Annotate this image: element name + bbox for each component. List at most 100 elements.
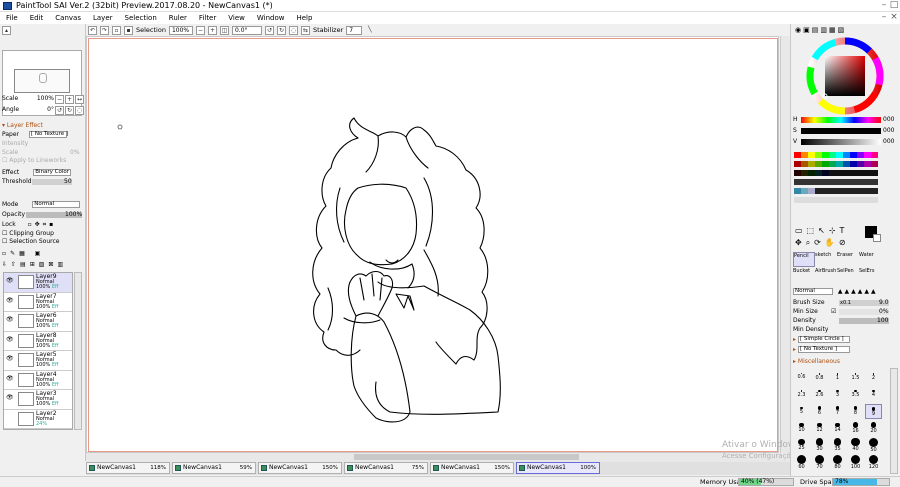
swatch[interactable] (836, 161, 843, 167)
swatch[interactable] (850, 170, 857, 176)
brush-size-cell[interactable]: 9 (865, 404, 882, 419)
h-slider[interactable] (801, 117, 881, 123)
swatch[interactable] (850, 161, 857, 167)
brush-size-cell[interactable]: 0.6 (793, 370, 810, 385)
swatch[interactable] (829, 188, 836, 194)
doc-tab[interactable]: NewCanvas1 75% (344, 462, 428, 474)
brush-size-cell[interactable]: 0.8 (811, 370, 828, 385)
tool-selpen[interactable]: SelPen (837, 268, 859, 283)
swatch[interactable] (822, 170, 829, 176)
swatch[interactable] (794, 161, 801, 167)
min-size-checkbox[interactable]: ☑ (831, 308, 836, 316)
eye-icon[interactable]: 👁 (6, 297, 14, 305)
lock-icons[interactable]: ▫✥⌗▪ (28, 221, 57, 228)
menu-layer[interactable]: Layer (87, 12, 119, 24)
undo-button[interactable]: ↶ (88, 25, 97, 35)
swatch[interactable] (815, 179, 822, 185)
brush-shape-select[interactable]: [ Simple Circle ] (797, 336, 850, 343)
swatch[interactable] (836, 170, 843, 176)
swatch[interactable] (829, 152, 836, 158)
layer-row[interactable]: 👁 Layer5 Normal 100% Eff (4, 351, 72, 371)
swatch[interactable] (815, 170, 822, 176)
eye-icon[interactable]: 👁 (6, 316, 14, 324)
brush-size-cell[interactable]: 20 (865, 421, 882, 436)
scale-increase-button[interactable]: + (65, 95, 74, 104)
swatch[interactable] (808, 179, 815, 185)
layer-buttons-row1[interactable]: ▫✎▦ ▣ (2, 250, 44, 258)
doc-tab-active[interactable]: NewCanvas1 100% (516, 462, 600, 474)
swatch[interactable] (843, 179, 850, 185)
layer-row[interactable]: 👁 Layer9 Normal 100% Eff (4, 273, 72, 293)
canvas-vertical-scrollbar[interactable] (780, 36, 790, 453)
swatch[interactable] (850, 152, 857, 158)
brush-size-cell[interactable]: 16 (847, 421, 864, 436)
swatch[interactable] (794, 197, 801, 203)
brush-size-cell[interactable]: 120 (865, 455, 882, 470)
apply-lineworks-row[interactable]: ☐ Apply to Lineworks (2, 157, 66, 165)
canvas-horizontal-scrollbar[interactable] (86, 453, 792, 462)
tool-sketch[interactable]: sketch (815, 252, 837, 267)
layer-list-scrollbar[interactable] (74, 272, 82, 430)
swatch[interactable] (857, 152, 864, 158)
brush-mode-select[interactable]: Normal (793, 288, 833, 295)
tool-airbrush[interactable]: AirBrush (815, 268, 837, 283)
brush-size-cell[interactable]: 80 (829, 455, 846, 470)
swatch[interactable] (857, 179, 864, 185)
tool-bucket[interactable]: Bucket (793, 268, 815, 283)
swatch[interactable] (864, 188, 871, 194)
swatch-grid[interactable] (794, 152, 882, 214)
layer-row[interactable]: Layer2 Normal 24% (4, 409, 72, 429)
swatch[interactable] (864, 161, 871, 167)
swatch[interactable] (815, 197, 822, 203)
doc-close-button[interactable]: × (888, 12, 900, 23)
swatch[interactable] (836, 152, 843, 158)
brush-size-cell[interactable]: 2.6 (811, 387, 828, 402)
menu-edit[interactable]: Edit (24, 12, 50, 24)
redo-button[interactable]: ↷ (100, 25, 109, 35)
layer-buttons-row2[interactable]: ⇩⇧▤⊞▨⊠▥ (2, 261, 67, 269)
eye-icon[interactable]: 👁 (6, 375, 14, 383)
brush-size-cell[interactable]: 10 (793, 421, 810, 436)
zoom-select[interactable]: 100% (168, 25, 193, 35)
swatch[interactable] (801, 152, 808, 158)
swatch[interactable] (857, 161, 864, 167)
menu-file[interactable]: File (0, 12, 24, 24)
swatch[interactable] (864, 197, 871, 203)
swatch[interactable] (850, 188, 857, 194)
misc-heading[interactable]: ▸ Miscellaneous (793, 358, 840, 366)
brush-size-cell[interactable]: 1.5 (847, 370, 864, 385)
swatch[interactable] (808, 161, 815, 167)
swatch[interactable] (871, 170, 878, 176)
rotate-reset-button[interactable]: ◌ (288, 25, 298, 35)
brush-size-cell[interactable]: 50 (865, 438, 882, 453)
flip-button[interactable]: ⇆ (300, 25, 310, 35)
swatch[interactable] (815, 152, 822, 158)
swatch[interactable] (871, 161, 878, 167)
brush-size-cell[interactable]: 6 (811, 404, 828, 419)
angle-reset-button[interactable]: ◌ (75, 106, 84, 115)
brush-size-cell[interactable]: 2 (865, 370, 882, 385)
layer-row[interactable]: 👁 Layer3 Normal 100% Eff (4, 390, 72, 410)
brush-grid-scrollbar[interactable] (890, 368, 898, 474)
swatch[interactable] (871, 179, 878, 185)
swatch[interactable] (857, 170, 864, 176)
selection-visible-toggle[interactable]: ▪ (124, 25, 133, 35)
swatch[interactable] (836, 197, 843, 203)
brush-size-cell[interactable]: 12 (811, 421, 828, 436)
tool-pencil[interactable]: Pencil (793, 252, 815, 267)
brush-size-cell[interactable]: 5 (793, 404, 810, 419)
menu-ruler[interactable]: Ruler (163, 12, 193, 24)
eye-icon[interactable]: 👁 (6, 336, 14, 344)
angle-left-button[interactable]: ↺ (55, 106, 64, 115)
doc-tab[interactable]: NewCanvas1 59% (172, 462, 256, 474)
scale-reset-button[interactable]: ↔ (75, 95, 84, 104)
color-mode-buttons[interactable]: ◉▣▤▥▦▧ (795, 26, 846, 34)
tool-eraser[interactable]: Eraser (837, 252, 859, 267)
angle-right-button[interactable]: ↻ (65, 106, 74, 115)
brush-size-cell[interactable]: 100 (847, 455, 864, 470)
clipping-row[interactable]: ☐ Clipping Group (2, 230, 54, 238)
eye-icon[interactable]: 👁 (6, 277, 14, 285)
layer-row[interactable]: 👁 Layer7 Normal 100% Eff (4, 292, 72, 312)
swatch[interactable] (808, 152, 815, 158)
brush-size-cell[interactable]: 3 (829, 387, 846, 402)
